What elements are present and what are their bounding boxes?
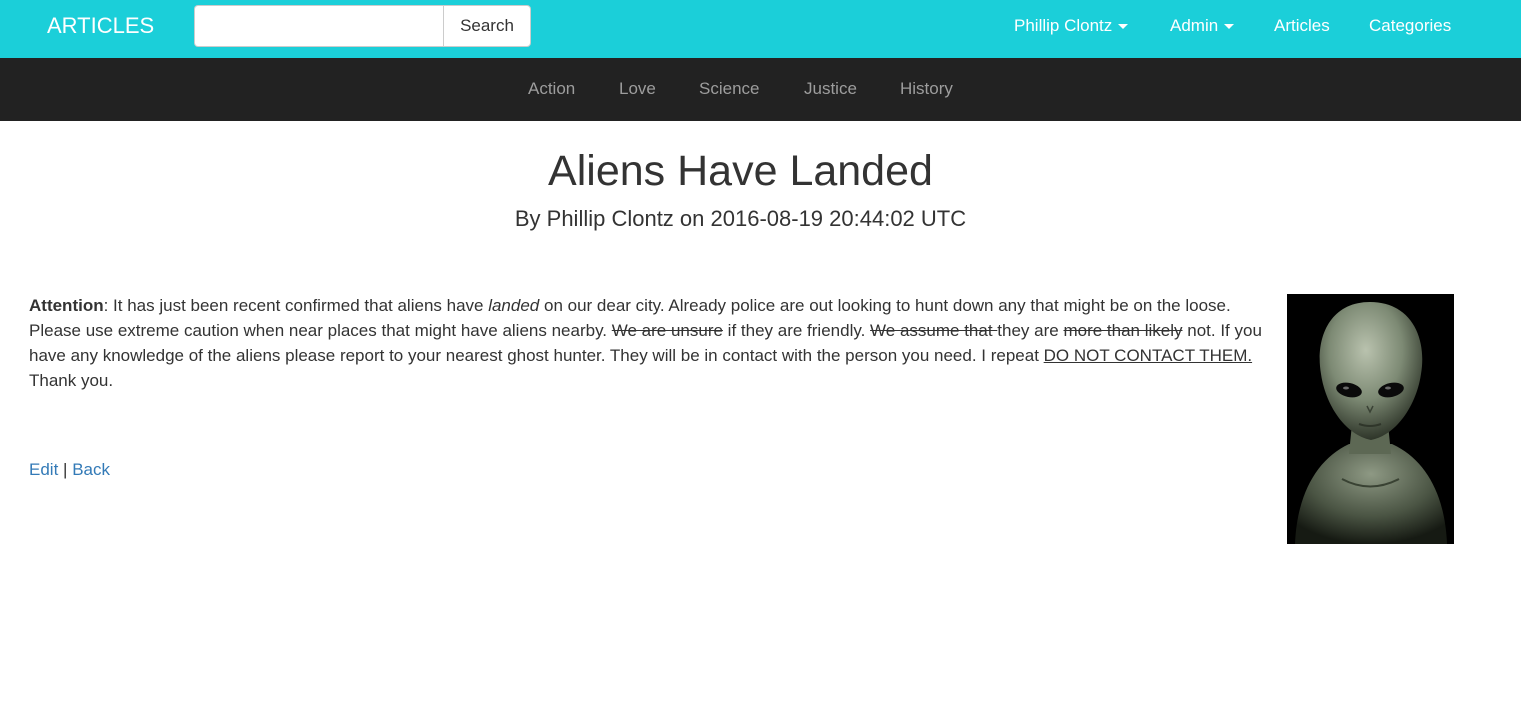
article-actions: Edit | Back bbox=[29, 457, 110, 482]
search-button[interactable]: Search bbox=[443, 5, 531, 47]
search-input[interactable] bbox=[194, 5, 444, 47]
italic-text: landed bbox=[488, 296, 540, 315]
body-text-segment: they are bbox=[997, 321, 1064, 340]
body-text-segment: Thank you. bbox=[29, 371, 114, 390]
attention-label: Attention bbox=[29, 296, 104, 315]
top-navbar: ARTICLES Search Phillip Clontz Admin Art… bbox=[0, 0, 1521, 58]
article-byline: By Phillip Clontz on 2016-08-19 20:44:02… bbox=[514, 206, 967, 231]
body-text-segment: : It has just been recent confirmed that… bbox=[103, 296, 489, 315]
caret-down-icon bbox=[1224, 24, 1235, 30]
user-menu[interactable]: Phillip Clontz bbox=[1014, 15, 1129, 37]
nav-articles[interactable]: Articles bbox=[1274, 15, 1330, 37]
admin-menu-label: Admin bbox=[1170, 16, 1219, 35]
body-text-segment: if they are friendly. bbox=[722, 321, 871, 340]
admin-menu[interactable]: Admin bbox=[1170, 15, 1235, 37]
back-link[interactable]: Back bbox=[72, 460, 110, 479]
alien-portrait-image bbox=[1287, 294, 1454, 544]
nav-categories[interactable]: Categories bbox=[1369, 15, 1451, 37]
article-body: Attention: It has just been recent confi… bbox=[29, 293, 1274, 393]
category-justice[interactable]: Justice bbox=[804, 78, 857, 100]
brand-link[interactable]: ARTICLES bbox=[47, 12, 154, 40]
category-navbar: Action Love Science Justice History bbox=[0, 58, 1521, 121]
strikethrough-text: We assume that bbox=[870, 321, 998, 340]
edit-link[interactable]: Edit bbox=[29, 460, 58, 479]
link-separator: | bbox=[63, 460, 68, 479]
category-history[interactable]: History bbox=[900, 78, 953, 100]
strikethrough-text: We are unsure bbox=[611, 321, 723, 340]
strikethrough-text: more than likely bbox=[1063, 321, 1183, 340]
category-science[interactable]: Science bbox=[699, 78, 759, 100]
underlined-text: DO NOT CONTACT THEM. bbox=[1043, 346, 1253, 365]
category-love[interactable]: Love bbox=[619, 78, 656, 100]
caret-down-icon bbox=[1118, 24, 1129, 30]
article-image bbox=[1287, 294, 1454, 544]
category-action[interactable]: Action bbox=[528, 78, 575, 100]
article-title: Aliens Have Landed bbox=[548, 147, 933, 195]
user-menu-label: Phillip Clontz bbox=[1014, 16, 1113, 35]
